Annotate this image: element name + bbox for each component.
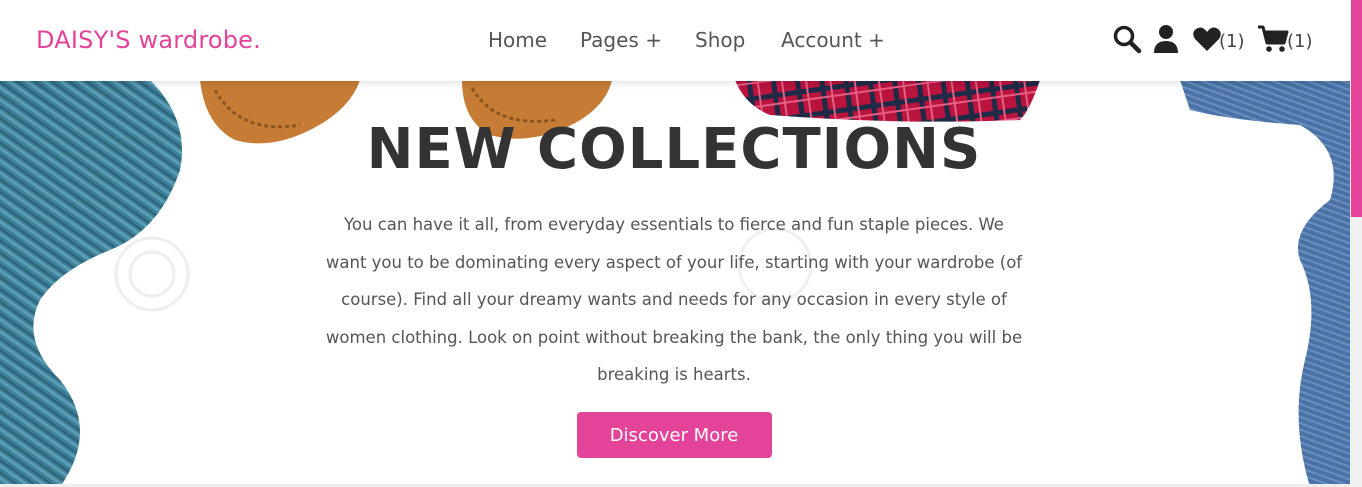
brand-logo[interactable]: DAISY'S wardrobe.: [36, 26, 261, 54]
cart-count: (1): [1287, 31, 1313, 52]
discover-more-button[interactable]: Discover More: [576, 411, 772, 458]
wishlist-count: (1): [1219, 31, 1245, 52]
nav-item-account[interactable]: Account +: [781, 28, 885, 52]
user-icon[interactable]: [1153, 24, 1179, 54]
hero-description: You can have it all, from everyday essen…: [325, 215, 1023, 384]
nav-item-pages[interactable]: Pages +: [580, 28, 662, 52]
scrollbar-thumb[interactable]: [1351, 0, 1362, 217]
hero-title: NEW COLLECTIONS: [366, 117, 982, 182]
heart-icon[interactable]: [1192, 24, 1222, 54]
nav-item-shop[interactable]: Shop: [695, 28, 745, 52]
nav-item-home[interactable]: Home: [488, 28, 547, 52]
hero-content: NEW COLLECTIONS You can have it all, fro…: [324, 112, 1024, 458]
top-navbar: DAISY'S wardrobe. Home Pages + Shop Acco…: [0, 0, 1350, 81]
cart-icon[interactable]: [1257, 24, 1289, 54]
search-icon[interactable]: [1112, 24, 1142, 54]
